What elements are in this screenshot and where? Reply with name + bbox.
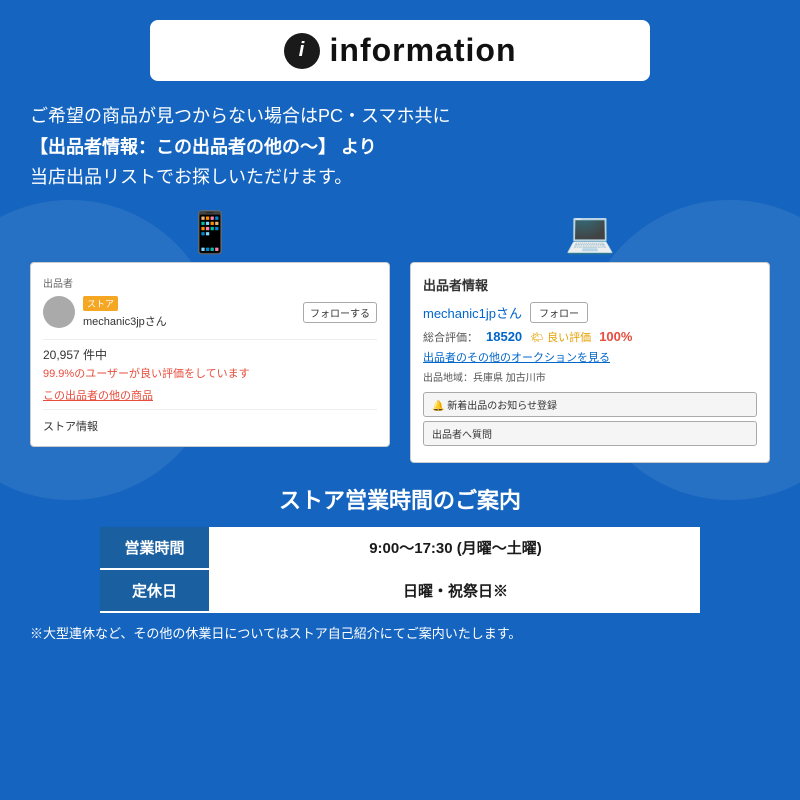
biz-label-holiday: 定休日 [100,569,210,612]
ms-follow-button[interactable]: フォローする [303,302,377,323]
main-text-line2: 【出品者情報：この出品者の他の〜】 より [30,132,770,163]
pc-col: 出品者情報 mechanic1jpさん フォロー 総合評価： 18520 🌤 良… [410,209,770,463]
biz-table: 営業時間 9:00〜17:30 (月曜〜土曜) 定休日 日曜・祝祭日※ [100,527,700,613]
ps-location: 出品地域：兵庫県 加古川市 [423,369,757,384]
ps-seller-name: mechanic1jpさん [423,303,522,322]
pc-icon [565,209,615,256]
ms-store-info: ストア情報 [43,414,377,434]
biz-value-holiday: 日曜・祝祭日※ [210,569,700,612]
ps-auction-link[interactable]: 出品者のその他のオークションを見る [423,349,757,365]
ps-rating-num: 18520 [486,329,522,344]
biz-value-hours: 9:00〜17:30 (月曜〜土曜) [210,527,700,569]
main-text-line3: 当店出品リストでお探しいただけます。 [30,162,770,193]
ps-question-button[interactable]: 出品者へ質問 [423,421,757,446]
mobile-screenshot: 出品者 ストア mechanic3jpさん フォローする 20,957 件中 9… [30,262,390,447]
ps-header: 出品者情報 [423,275,757,294]
highlight-text: 【出品者情報：この出品者の他の〜】 より [30,137,377,157]
ps-good-pct: 100% [599,329,632,344]
info-header: i information [150,20,650,81]
main-text-line1: ご希望の商品が見つからない場合はPC・スマホ共に [30,101,770,132]
ps-good-label: 🌤 良い評価 [530,329,591,345]
biz-note: ※大型連休など、その他の休業日についてはストア自己紹介にてご案内いたします。 [30,623,770,642]
biz-title: ストア営業時間のご案内 [30,483,770,515]
page-title: information [330,32,517,69]
ms-avatar [43,296,75,328]
ms-count: 20,957 件中 [43,346,377,363]
ps-rating-label: 総合評価： [423,329,478,345]
ms-store-row: ストア mechanic3jpさん フォローする [43,296,377,329]
ps-name-row: mechanic1jpさん フォロー [423,302,757,323]
ps-notify-button[interactable]: 🔔 新着出品のお知らせ登録 [423,392,757,417]
ms-label: 出品者 [43,275,377,290]
ms-rating: 99.9%のユーザーが良い評価をしています [43,365,377,381]
mobile-col: 出品者 ストア mechanic3jpさん フォローする 20,957 件中 9… [30,209,390,447]
ps-rating-row: 総合評価： 18520 🌤 良い評価 100% [423,329,757,345]
phone-icon [185,209,235,256]
ps-follow-button[interactable]: フォロー [530,302,588,323]
biz-row-hours: 営業時間 9:00〜17:30 (月曜〜土曜) [100,527,700,569]
ms-seller-name: mechanic3jpさん [83,313,167,329]
ms-store-badge: ストア [83,296,118,311]
screenshots-row: 出品者 ストア mechanic3jpさん フォローする 20,957 件中 9… [30,209,770,463]
ms-divider1 [43,339,377,340]
ms-divider2 [43,409,377,410]
main-container: i information ご希望の商品が見つからない場合はPC・スマホ共に 【… [0,0,800,662]
info-icon: i [284,33,320,69]
main-text: ご希望の商品が見つからない場合はPC・スマホ共に 【出品者情報：この出品者の他の… [30,101,770,193]
biz-row-holiday: 定休日 日曜・祝祭日※ [100,569,700,612]
ms-seller-info: ストア mechanic3jpさん [83,296,167,329]
biz-label-hours: 営業時間 [100,527,210,569]
pc-screenshot: 出品者情報 mechanic1jpさん フォロー 総合評価： 18520 🌤 良… [410,262,770,463]
business-hours-section: ストア営業時間のご案内 営業時間 9:00〜17:30 (月曜〜土曜) 定休日 … [30,483,770,642]
ms-seller-link[interactable]: この出品者の他の商品 [43,387,377,403]
